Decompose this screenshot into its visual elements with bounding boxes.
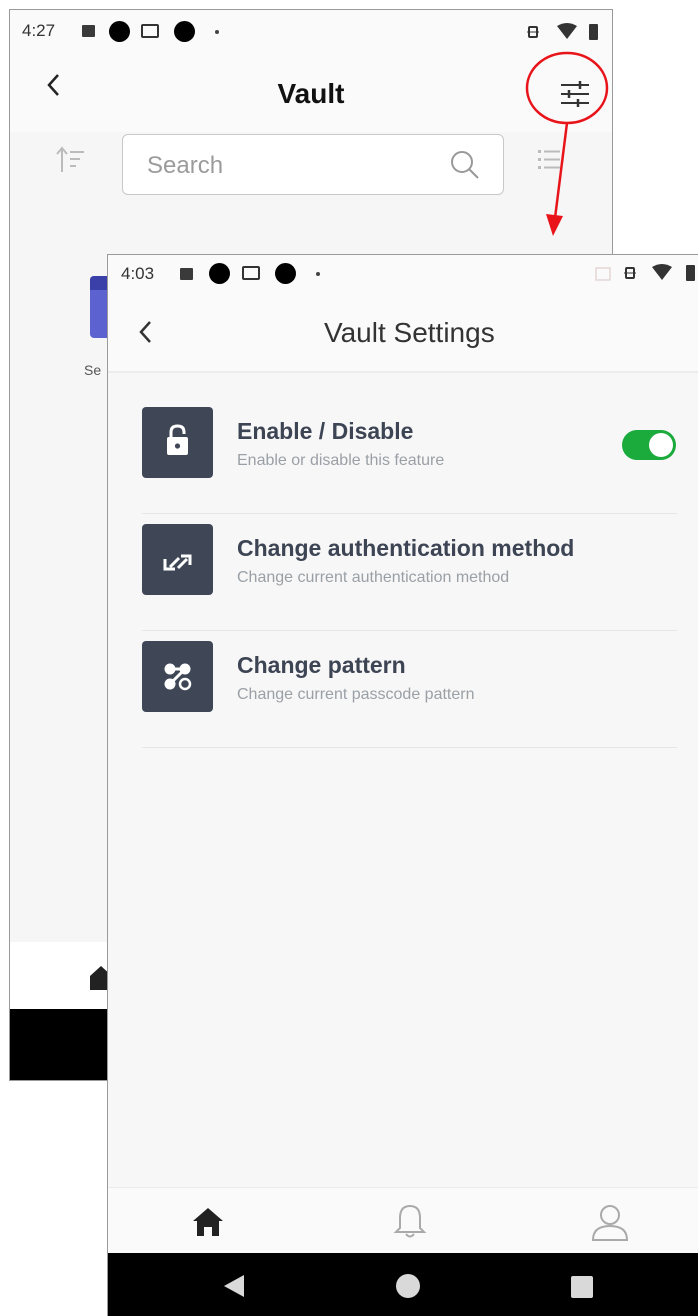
profile-icon[interactable]	[590, 1202, 630, 1242]
image-notification-icon	[180, 268, 193, 280]
system-status-icons	[527, 23, 598, 40]
mail-icon	[242, 266, 260, 280]
home-icon[interactable]	[191, 1206, 225, 1238]
status-time: 4:27	[22, 21, 56, 40]
page-title: Vault	[277, 78, 345, 109]
bottom-nav	[108, 1187, 698, 1253]
back-button[interactable]	[136, 317, 156, 347]
setting-title: Enable / Disable	[237, 418, 414, 444]
recents-square-icon[interactable]	[570, 1275, 594, 1299]
mail-icon	[141, 24, 159, 38]
toggle-knob	[649, 433, 673, 457]
chevron-left-icon	[139, 321, 151, 343]
list-view-icon[interactable]	[538, 147, 560, 173]
setting-title: Change pattern	[237, 652, 406, 678]
setting-change-auth-method[interactable]: Change authentication method Change curr…	[142, 514, 677, 631]
search-placeholder: Search	[147, 152, 224, 179]
image-notification-icon	[82, 25, 95, 37]
notification-dot-icon	[174, 21, 195, 42]
more-notifications-icon	[215, 30, 219, 34]
pattern-icon	[142, 641, 213, 712]
settings-sliders-button[interactable]	[559, 80, 591, 108]
setting-subtitle: Change current passcode pattern	[237, 686, 475, 703]
back-triangle-icon[interactable]	[222, 1273, 246, 1299]
notification-dot-icon	[275, 263, 296, 284]
status-bar: 4:03	[108, 255, 698, 293]
setting-title: Change authentication method	[237, 535, 575, 561]
page-title: Vault Settings	[324, 317, 495, 348]
setting-subtitle: Enable or disable this feature	[237, 452, 445, 469]
system-nav-bar	[108, 1253, 698, 1316]
folder-label: Se	[84, 362, 102, 378]
notification-dot-icon	[109, 21, 130, 42]
bell-icon[interactable]	[393, 1202, 427, 1240]
vault-settings-screen: 4:03 Vault Settings Enable / Disable Ena…	[107, 254, 698, 1316]
app-header: Vault Settings	[108, 293, 698, 373]
lock-icon	[142, 407, 213, 478]
search-icon	[451, 151, 479, 179]
more-notifications-icon	[316, 272, 320, 276]
setting-subtitle: Change current authentication method	[237, 569, 510, 586]
setting-change-pattern[interactable]: Change pattern Change current passcode p…	[142, 631, 677, 748]
status-bar: 4:27	[10, 10, 612, 52]
setting-enable-disable[interactable]: Enable / Disable Enable or disable this …	[142, 397, 677, 514]
notification-dot-icon	[209, 263, 230, 284]
app-header: Vault	[10, 52, 612, 132]
sort-icon[interactable]	[56, 146, 86, 176]
composite-screenshot: 4:27 Vault Search Se 4:03 Vault Settings…	[0, 0, 698, 1316]
home-circle-icon[interactable]	[393, 1271, 423, 1301]
search-input[interactable]: Search	[122, 134, 504, 195]
status-time: 4:03	[121, 264, 155, 283]
swap-arrows-icon	[142, 524, 213, 595]
system-status-icons	[595, 264, 695, 281]
enable-toggle[interactable]	[622, 430, 676, 460]
